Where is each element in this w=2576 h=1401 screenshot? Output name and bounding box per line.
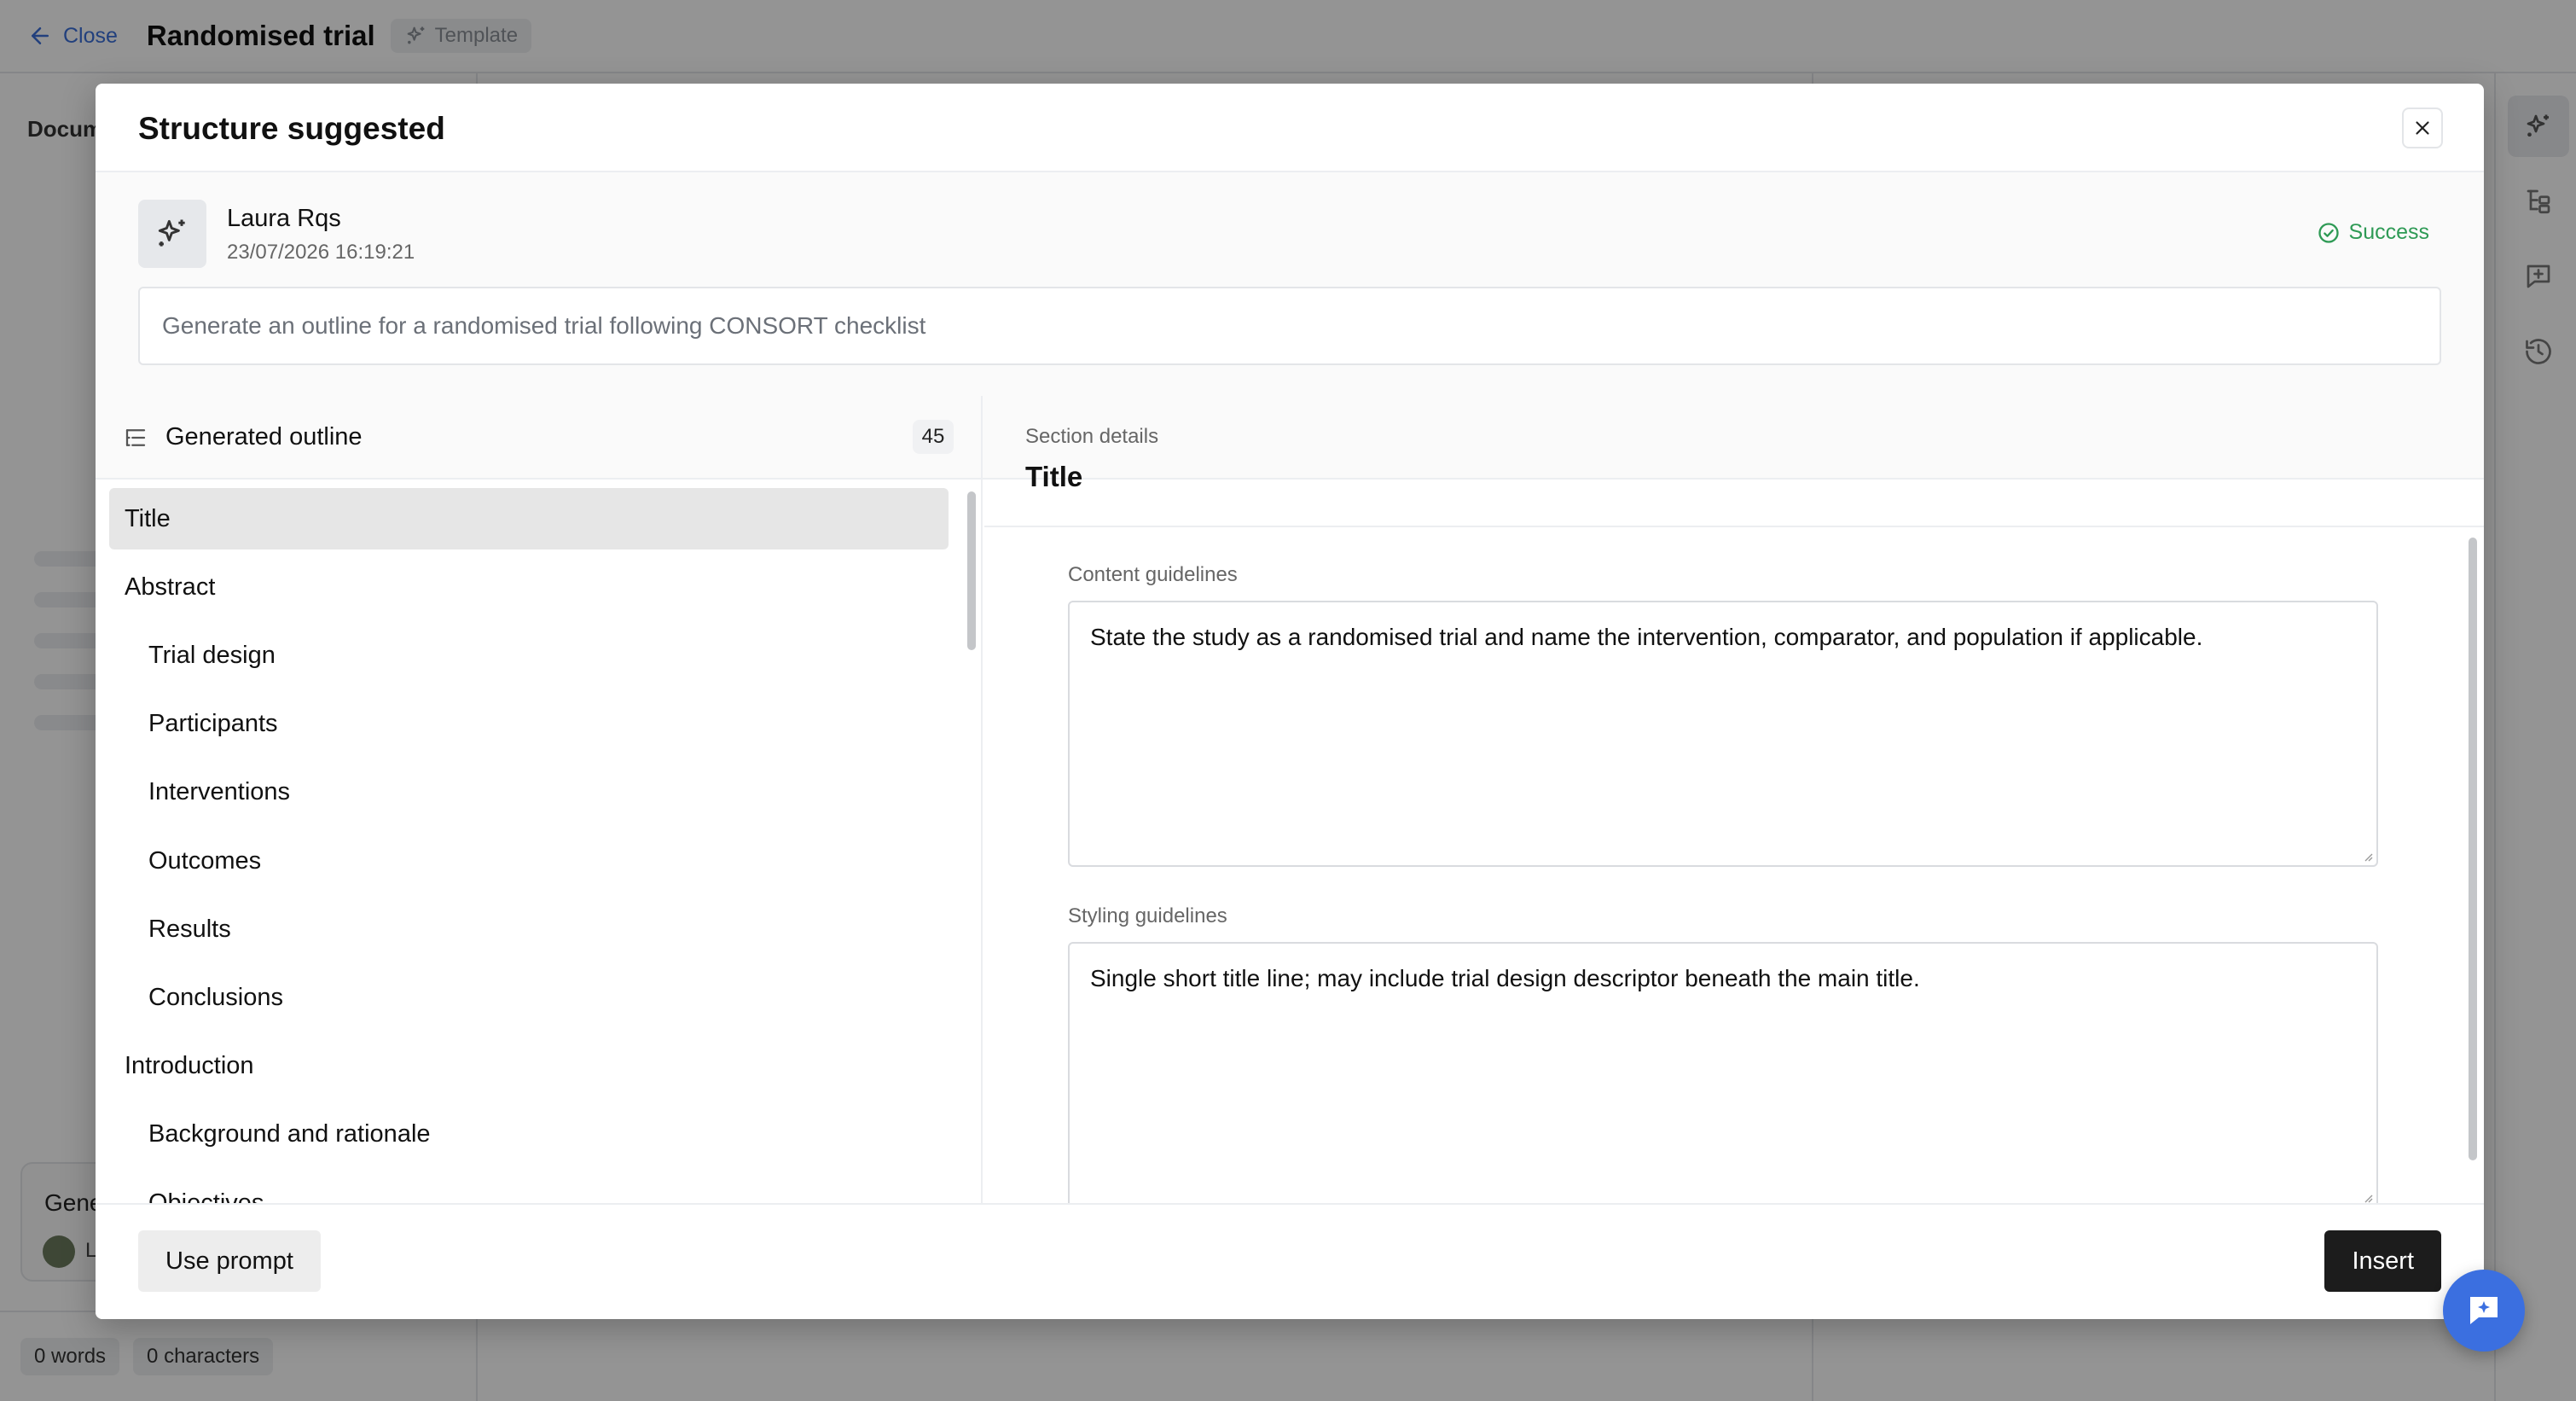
- chat-sparkle-icon: [2470, 1297, 2498, 1324]
- styling-guidelines-textarea[interactable]: Single short title line; may include tri…: [1068, 942, 2378, 1208]
- prompt-text: Generate an outline for a randomised tri…: [138, 287, 2441, 365]
- outline-list: Title Abstract Trial design Participants Int…: [96, 481, 983, 1203]
- list-tree-icon: [125, 429, 146, 446]
- outline-item[interactable]: Outcomes: [109, 830, 949, 892]
- styling-guidelines-label: Styling guidelines: [1068, 904, 1227, 927]
- sparkles-icon: [158, 219, 185, 247]
- outline-item[interactable]: Trial design: [109, 625, 949, 686]
- status-label: Success: [2348, 220, 2429, 244]
- outline-item-label: Interventions: [148, 778, 291, 806]
- details-scrollbar[interactable]: [2469, 538, 2477, 1160]
- outline-item[interactable]: Participants: [109, 694, 949, 755]
- outline-item[interactable]: Results: [109, 898, 949, 960]
- outline-panel: Generated outline 45 Title Abstract Trial …: [96, 396, 983, 1203]
- outline-item[interactable]: Abstract: [109, 556, 949, 618]
- outline-item[interactable]: Conclusions: [109, 967, 949, 1028]
- outline-item-label: Background and rationale: [148, 1120, 431, 1148]
- outline-item-label: Trial design: [148, 641, 276, 669]
- outline-item-label: Introduction: [125, 1052, 254, 1080]
- author-icon-box: [138, 200, 206, 268]
- use-prompt-button[interactable]: Use prompt: [138, 1230, 321, 1292]
- outline-item-label: Objectives: [148, 1189, 264, 1204]
- outline-item-label: Conclusions: [148, 983, 283, 1011]
- styling-guidelines-value: Single short title line; may include tri…: [1090, 965, 1920, 991]
- section-details-panel: Section details Title Content guidelines…: [984, 396, 2484, 1208]
- section-details-label: Section details: [1025, 425, 1159, 448]
- structure-suggested-dialog: Structure suggested Laura Rqs 23/07/2026…: [96, 84, 2484, 1319]
- outline-item-label: Participants: [148, 710, 278, 738]
- outline-item-label: Title: [125, 504, 171, 532]
- author-name: Laura Rqs: [227, 205, 341, 232]
- content-guidelines-textarea[interactable]: State the study as a randomised trial an…: [1068, 601, 2378, 867]
- dialog-title: Structure suggested: [138, 111, 445, 146]
- chat-assistant-button[interactable]: [2443, 1270, 2525, 1352]
- content-guidelines-label: Content guidelines: [1068, 563, 1238, 586]
- dialog-body: Generated outline 45 Title Abstract Trial …: [96, 396, 2484, 1208]
- outline-item-label: Results: [148, 915, 231, 943]
- outline-item[interactable]: Introduction: [109, 1036, 949, 1097]
- section-details-title: Title: [1025, 461, 1083, 492]
- dialog-header: Structure suggested: [96, 84, 2484, 172]
- dialog-footer: Use prompt Insert: [96, 1203, 2484, 1319]
- outline-title: Generated outline: [165, 423, 363, 451]
- outline-count-badge: 45: [913, 420, 954, 454]
- outline-item[interactable]: Background and rationale: [109, 1104, 949, 1166]
- status-badge: Success: [2317, 220, 2429, 245]
- outline-item[interactable]: Interventions: [109, 762, 949, 823]
- outline-scrollbar[interactable]: [967, 491, 976, 650]
- outline-item-label: Outcomes: [148, 846, 262, 875]
- outline-header: Generated outline 45: [96, 396, 981, 480]
- close-dialog-button[interactable]: [2402, 108, 2443, 148]
- outline-item[interactable]: Title: [109, 488, 949, 549]
- resize-handle-icon[interactable]: [2361, 850, 2373, 862]
- content-guidelines-value: State the study as a randomised trial an…: [1090, 624, 2203, 650]
- close-icon: [2416, 121, 2429, 135]
- outline-item[interactable]: Objectives: [109, 1172, 949, 1204]
- insert-button[interactable]: Insert: [2324, 1230, 2441, 1292]
- outline-item-label: Abstract: [125, 573, 216, 601]
- author-timestamp: 23/07/2026 16:19:21: [227, 241, 415, 264]
- resize-handle-icon[interactable]: [2361, 1191, 2373, 1203]
- check-circle-icon: [2318, 222, 2339, 243]
- section-details-header: Section details Title: [984, 396, 2484, 527]
